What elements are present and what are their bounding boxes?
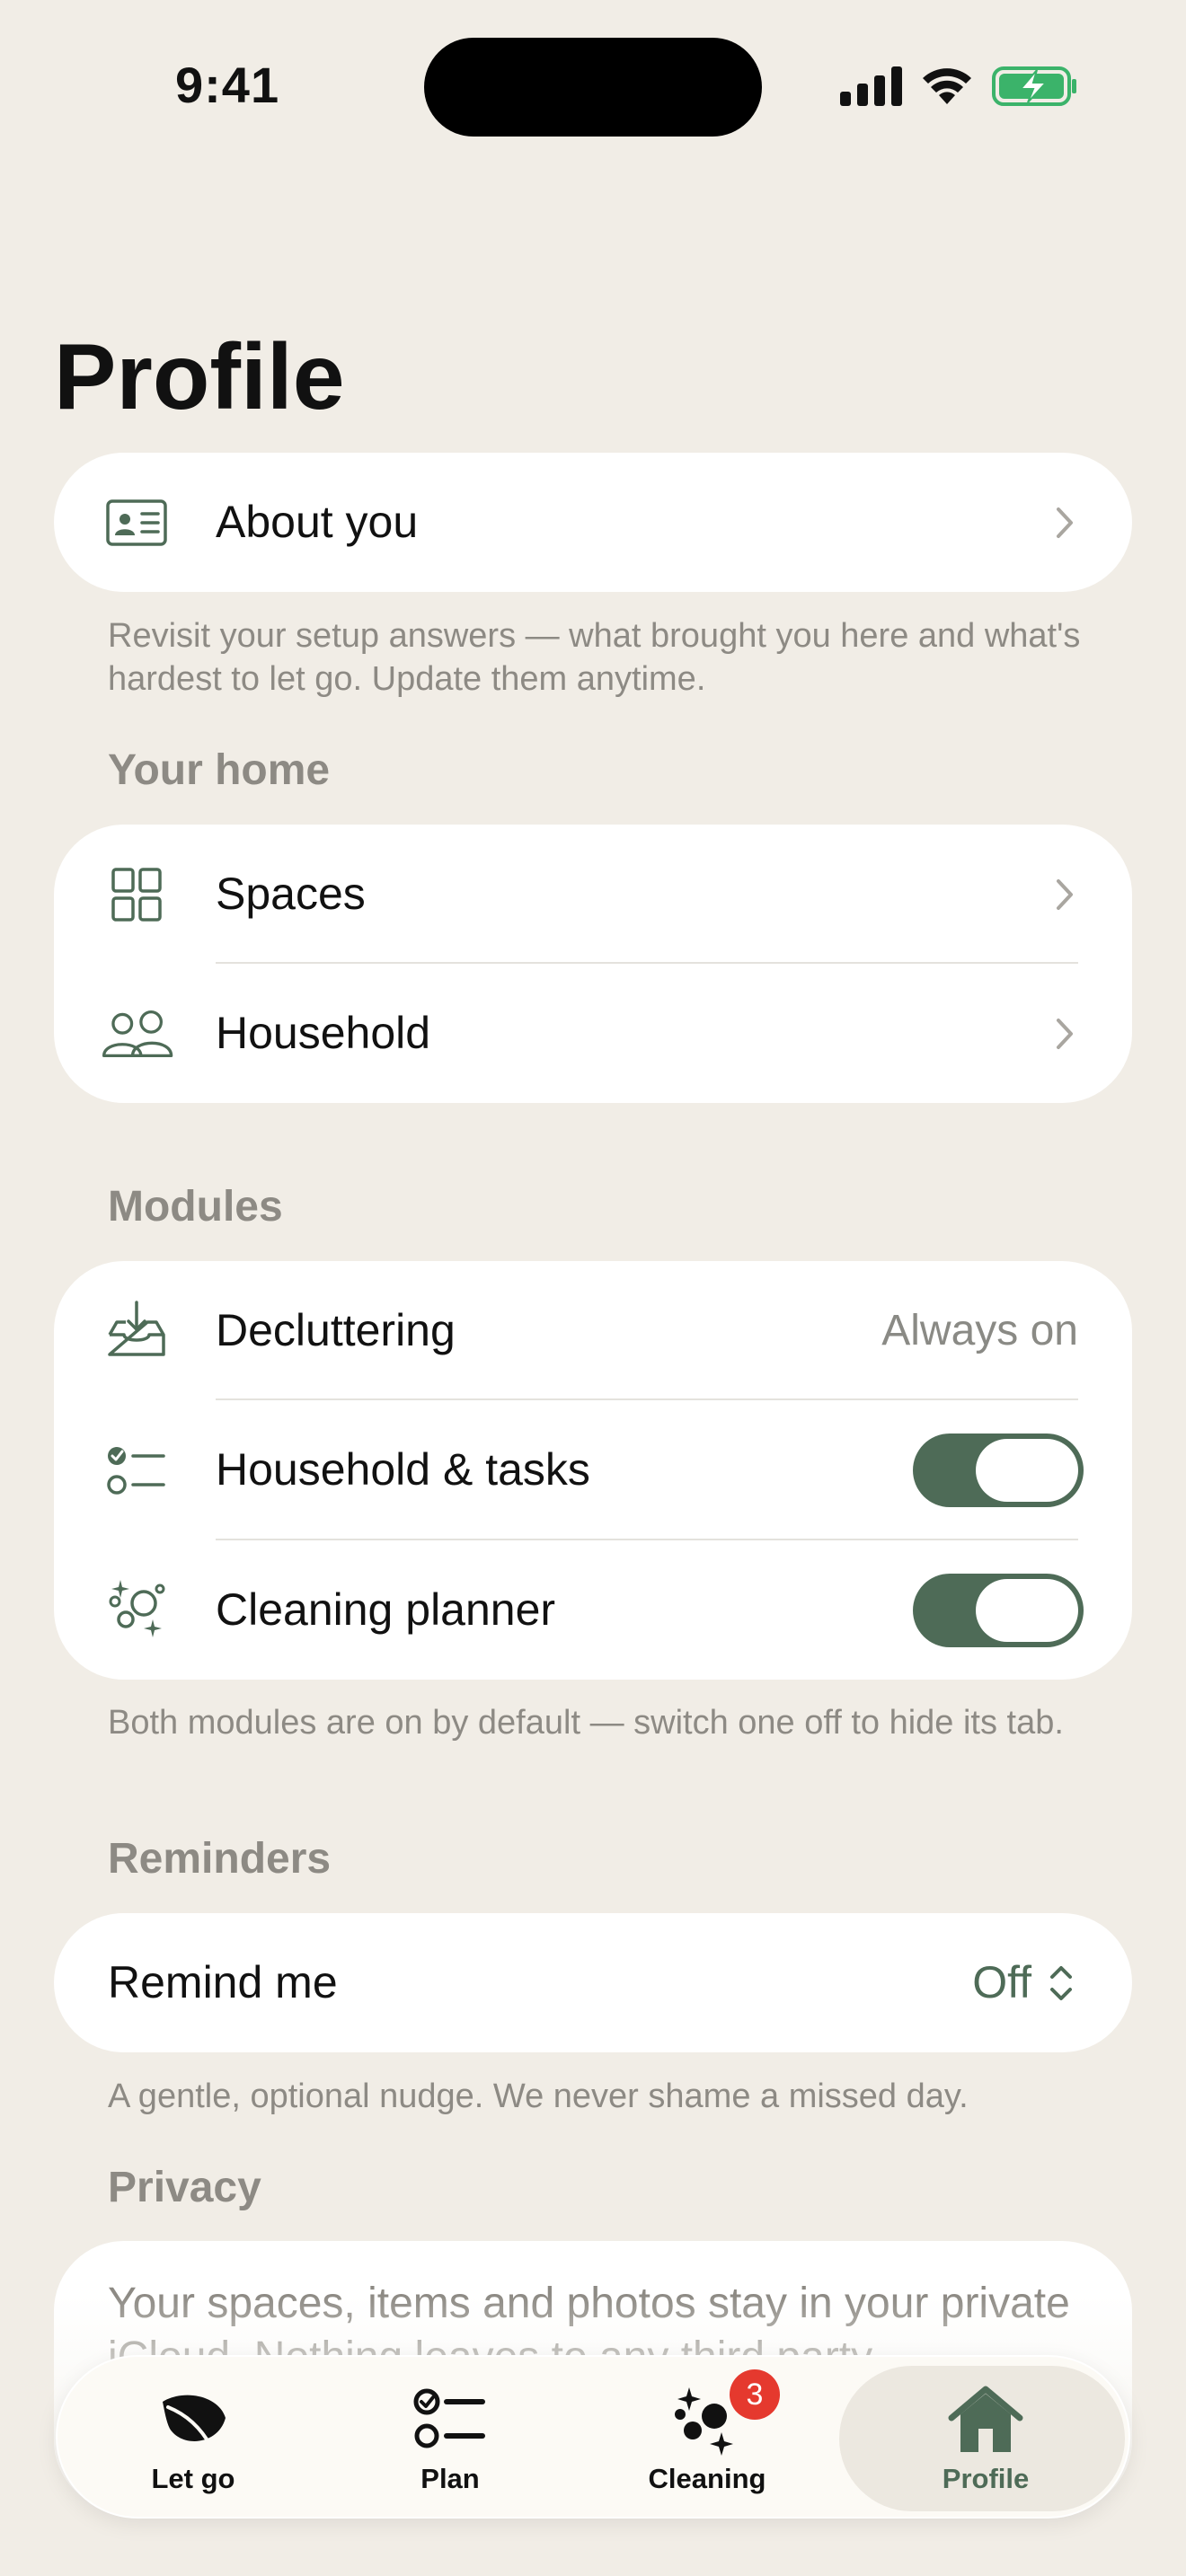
remind-me-label: Remind me <box>108 1957 338 2007</box>
tab-plan[interactable]: Plan <box>322 2357 579 2520</box>
chevron-right-icon <box>1057 507 1073 538</box>
toggle-knob <box>976 1579 1078 1642</box>
notification-badge: 3 <box>730 2369 780 2420</box>
cleaning-planner-row: Cleaning planner <box>54 1540 1132 1680</box>
household-tasks-label: Household & tasks <box>216 1444 590 1495</box>
decluttering-status: Always on <box>881 1307 1078 1354</box>
cleaning-planner-label: Cleaning planner <box>216 1584 556 1635</box>
decluttering-label: Decluttering <box>216 1305 456 1355</box>
modules-note: Both modules are on by default — switch … <box>108 1704 1064 1742</box>
checklist-icon <box>107 1447 165 1495</box>
cleaning-planner-toggle[interactable] <box>913 1574 1084 1647</box>
tab-label: Cleaning <box>648 2463 766 2494</box>
wifi-icon <box>923 68 971 104</box>
status-time: 9:41 <box>175 57 280 113</box>
people-icon <box>102 1010 173 1058</box>
toggle-knob <box>976 1439 1078 1502</box>
inbox-download-icon <box>108 1301 165 1356</box>
spaces-row[interactable]: Spaces <box>54 825 1132 964</box>
status-bar: 9:41 <box>0 0 1186 171</box>
household-tasks-toggle[interactable] <box>913 1434 1084 1507</box>
spaces-label: Spaces <box>216 869 366 919</box>
your-home-card: Spaces Household <box>54 825 1132 1103</box>
chevron-right-icon <box>1057 879 1073 910</box>
about-you-label: About you <box>216 497 419 547</box>
house-icon <box>948 2386 1023 2452</box>
checklist-icon <box>413 2388 485 2448</box>
tab-profile[interactable]: Profile <box>836 2357 1125 2520</box>
dynamic-island <box>424 38 762 137</box>
chevron-up-down-icon <box>1050 1966 1072 2000</box>
grid-icon <box>111 868 162 922</box>
tab-bar: Let go Plan 3 Cleaning Profile <box>56 2355 1130 2519</box>
tab-cleaning[interactable]: 3 Cleaning <box>579 2357 836 2520</box>
reminders-note: A gentle, optional nudge. We never shame… <box>108 2078 969 2115</box>
about-you-note: Revisit your setup answers — what brough… <box>108 617 1081 698</box>
section-title-your-home: Your home <box>108 746 331 794</box>
household-row[interactable]: Household <box>54 964 1132 1103</box>
household-label: Household <box>216 1008 431 1058</box>
battery-charging-icon <box>992 66 1076 106</box>
tab-let-go[interactable]: Let go <box>65 2357 322 2520</box>
section-title-modules: Modules <box>108 1183 283 1231</box>
about-you-row[interactable]: About you <box>54 453 1132 592</box>
chevron-right-icon <box>1057 1019 1073 1049</box>
cellular-signal-icon <box>840 66 902 106</box>
about-you-card[interactable]: About you <box>54 453 1132 592</box>
section-title-privacy: Privacy <box>108 2164 261 2211</box>
tab-label: Plan <box>420 2463 480 2494</box>
tab-label: Let go <box>151 2463 235 2494</box>
household-tasks-row: Household & tasks <box>54 1400 1132 1539</box>
page-title: Profile <box>54 325 345 429</box>
bubbles-sparkle-icon <box>109 1580 165 1637</box>
decluttering-row: Decluttering Always on <box>54 1261 1132 1400</box>
leaf-icon <box>163 2395 226 2448</box>
id-card-icon <box>106 499 167 546</box>
section-title-reminders: Reminders <box>108 1835 332 1883</box>
remind-me-value[interactable]: Off <box>972 1913 1031 2052</box>
modules-card: Decluttering Always on Household & tasks… <box>54 1261 1132 1680</box>
tab-label: Profile <box>942 2463 1030 2494</box>
reminders-card[interactable]: Remind me Off <box>54 1913 1132 2052</box>
